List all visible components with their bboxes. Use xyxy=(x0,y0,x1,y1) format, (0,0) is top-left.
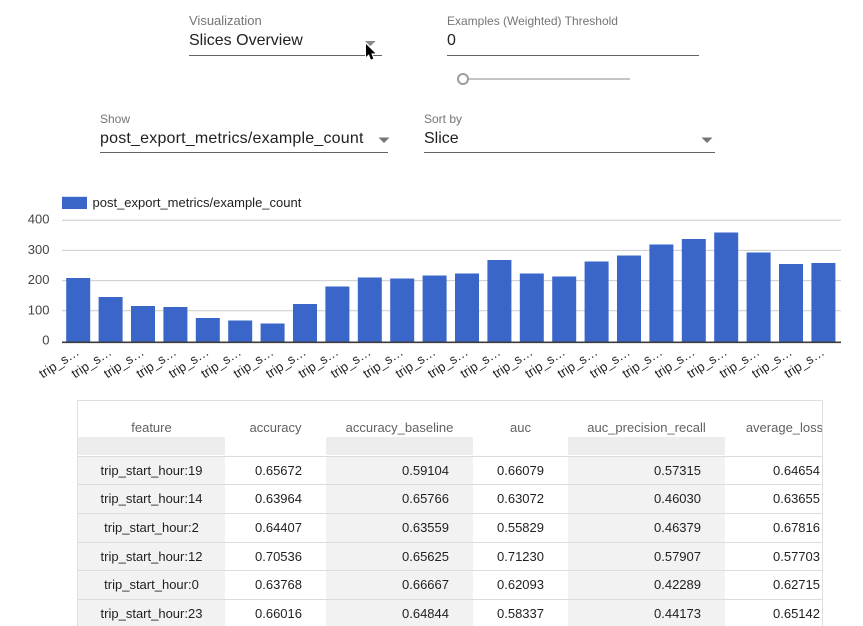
svg-text:100: 100 xyxy=(28,302,50,317)
svg-text:post_export_metrics/example_co: post_export_metrics/example_count xyxy=(93,195,302,210)
svg-text:400: 400 xyxy=(28,212,50,227)
svg-text:300: 300 xyxy=(28,242,50,257)
svg-text:200: 200 xyxy=(28,272,50,287)
svg-text:0: 0 xyxy=(42,333,49,348)
